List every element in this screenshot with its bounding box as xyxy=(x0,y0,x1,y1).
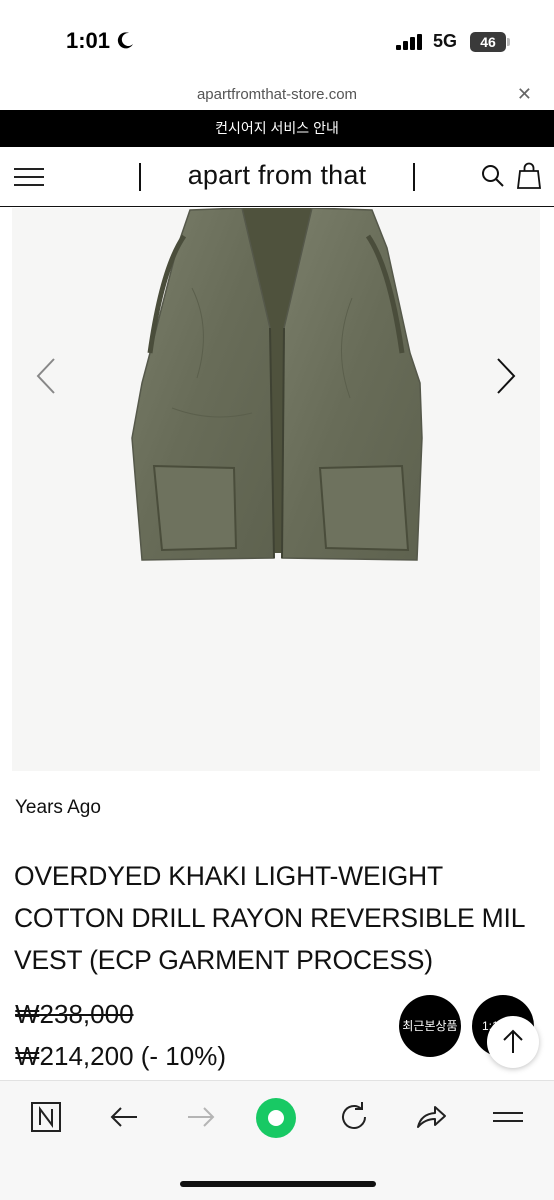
battery-indicator: 46 xyxy=(470,32,506,52)
brand-logo[interactable]: apart from that xyxy=(141,160,413,191)
chevron-right-icon[interactable] xyxy=(496,357,516,395)
scroll-top-button[interactable] xyxy=(487,1016,539,1068)
bag-icon[interactable] xyxy=(517,162,541,189)
naver-icon[interactable] xyxy=(28,1099,64,1135)
price-sale: ₩214,200 (- 10%) xyxy=(15,1041,226,1071)
network-label: 5G xyxy=(433,31,458,51)
back-icon[interactable] xyxy=(106,1099,142,1135)
battery-cap xyxy=(507,38,510,46)
product-image[interactable] xyxy=(12,208,540,771)
site-header: apart from that xyxy=(0,147,554,207)
close-icon[interactable]: ✕ xyxy=(517,84,532,105)
url-bar[interactable]: apartfromthat-store.com ✕ xyxy=(0,80,554,110)
recent-products-button[interactable]: 최근본상품 xyxy=(399,995,461,1057)
menu-icon[interactable] xyxy=(14,166,44,188)
header-divider xyxy=(413,163,415,191)
reload-icon[interactable] xyxy=(336,1099,372,1135)
product-vendor[interactable]: Years Ago xyxy=(15,797,101,819)
chevron-left-icon[interactable] xyxy=(36,357,56,395)
search-icon[interactable] xyxy=(481,164,505,188)
product-title: OVERDYED KHAKI LIGHT-WEIGHT COTTON DRILL… xyxy=(14,861,525,975)
arrow-up-icon xyxy=(503,1029,523,1053)
moon-icon xyxy=(117,32,133,49)
url-text[interactable]: apartfromthat-store.com xyxy=(0,86,554,103)
home-icon[interactable] xyxy=(255,1097,297,1139)
announcement-bar[interactable]: 컨시어지 서비스 안내 xyxy=(0,110,554,147)
signal-icon xyxy=(396,34,422,50)
price-original: ₩238,000 xyxy=(15,999,134,1029)
home-indicator xyxy=(180,1181,376,1187)
status-time: 1:01 xyxy=(66,28,111,53)
browser-menu-icon[interactable] xyxy=(490,1099,526,1135)
vest-illustration xyxy=(131,208,423,561)
share-icon[interactable] xyxy=(413,1099,449,1135)
forward-icon[interactable] xyxy=(183,1099,219,1135)
status-bar: 1:01 5G 46 xyxy=(0,0,554,80)
